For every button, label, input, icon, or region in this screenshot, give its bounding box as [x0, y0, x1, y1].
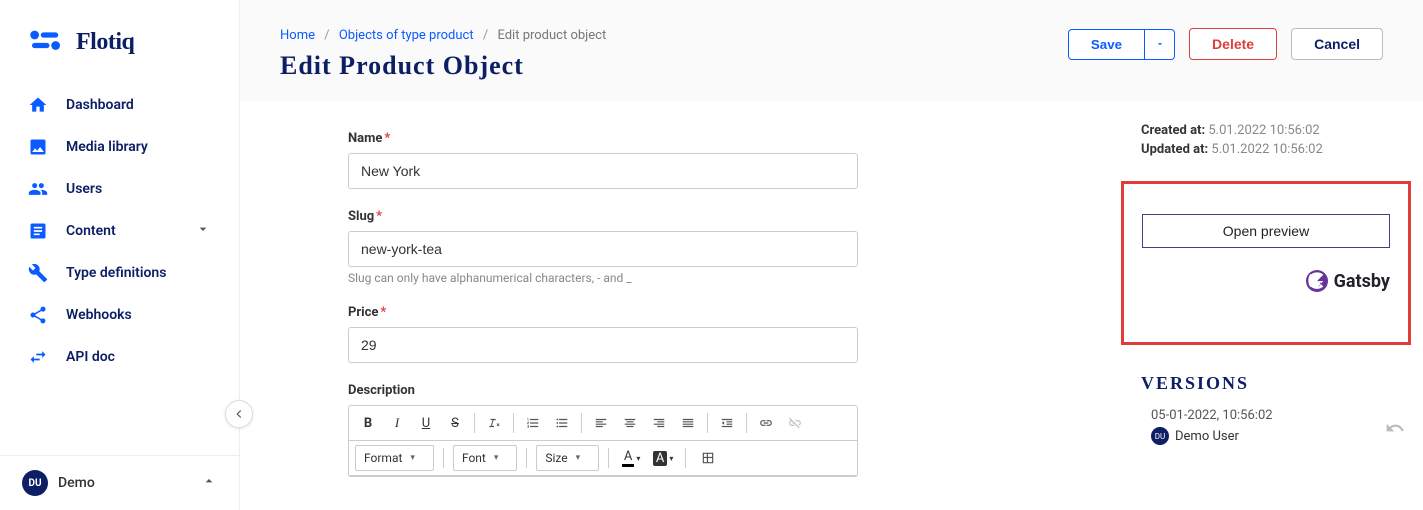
version-item[interactable]: 05-01-2022, 10:56:02 DU Demo User [1141, 408, 1405, 445]
image-icon [28, 137, 48, 157]
avatar: DU [22, 470, 48, 496]
save-button[interactable]: Save [1068, 29, 1145, 60]
sidebar-item-label: Type definitions [66, 265, 166, 281]
page-title: Edit Product Object [280, 51, 1068, 81]
header: Home / Objects of type product / Edit pr… [240, 0, 1423, 101]
align-left-button[interactable] [588, 410, 614, 436]
share-icon [28, 305, 48, 325]
editor-toolbar-1: B I U S [349, 406, 857, 441]
sidebar-item-webhooks[interactable]: Webhooks [0, 294, 239, 336]
sidebar: Flotiq Dashboard Media library Users Con… [0, 0, 240, 510]
italic-button[interactable]: I [384, 410, 410, 436]
swap-icon [28, 347, 48, 367]
avatar: DU [1151, 427, 1169, 445]
format-select[interactable]: Format [355, 445, 434, 471]
wrench-icon [28, 263, 48, 283]
name-label: Name* [348, 131, 1063, 146]
gatsby-logo: Gatsby [1306, 270, 1390, 292]
sidebar-item-label: API doc [66, 349, 115, 365]
align-justify-button[interactable] [675, 410, 701, 436]
numbered-list-button[interactable] [520, 410, 546, 436]
bullet-list-button[interactable] [549, 410, 575, 436]
sidebar-item-label: Webhooks [66, 307, 132, 323]
user-name: Demo [58, 475, 95, 491]
name-input[interactable] [348, 153, 858, 189]
chevron-up-icon [201, 473, 217, 493]
open-preview-button[interactable]: Open preview [1142, 214, 1390, 248]
sidebar-item-label: Media library [66, 139, 148, 155]
editor-toolbar-2: Format Font Size A▾ A▾ [349, 441, 857, 476]
sidebar-item-label: Users [66, 181, 102, 197]
slug-label: Slug* [348, 209, 1063, 224]
sidebar-collapse-button[interactable] [225, 400, 253, 428]
breadcrumb-home[interactable]: Home [280, 28, 315, 43]
document-icon [28, 221, 48, 241]
sidebar-item-types[interactable]: Type definitions [0, 252, 239, 294]
strike-button[interactable]: S [442, 410, 468, 436]
bold-button[interactable]: B [355, 410, 381, 436]
header-actions: Save Delete Cancel [1068, 28, 1383, 60]
delete-button[interactable]: Delete [1189, 28, 1277, 60]
version-user: DU Demo User [1151, 427, 1405, 445]
price-label: Price* [348, 305, 1063, 320]
breadcrumb-current: Edit product object [497, 28, 606, 43]
cancel-button[interactable]: Cancel [1291, 28, 1383, 60]
outdent-button[interactable] [714, 410, 740, 436]
slug-hint: Slug can only have alphanumerical charac… [348, 271, 1063, 285]
version-date: 05-01-2022, 10:56:02 [1151, 408, 1405, 423]
clear-format-button[interactable] [481, 410, 507, 436]
form: Name* Slug* Slug can only have alphanume… [240, 101, 1123, 510]
logo[interactable]: Flotiq [0, 0, 239, 74]
description-label: Description [348, 383, 1063, 398]
breadcrumb: Home / Objects of type product / Edit pr… [280, 28, 1068, 43]
created-at: Created at: 5.01.2022 10:56:02 [1141, 123, 1405, 138]
size-select[interactable]: Size [536, 445, 599, 471]
main: Home / Objects of type product / Edit pr… [240, 0, 1423, 510]
price-input[interactable] [348, 327, 858, 363]
sidebar-item-label: Dashboard [66, 97, 134, 113]
nav: Dashboard Media library Users Content Ty… [0, 74, 239, 455]
bg-color-button[interactable]: A▾ [650, 445, 676, 471]
sidebar-item-media[interactable]: Media library [0, 126, 239, 168]
home-icon [28, 95, 48, 115]
updated-at: Updated at: 5.01.2022 10:56:02 [1141, 142, 1405, 157]
link-button[interactable] [753, 410, 779, 436]
right-panel: Created at: 5.01.2022 10:56:02 Updated a… [1123, 101, 1423, 510]
logo-text: Flotiq [76, 29, 134, 56]
users-icon [28, 179, 48, 199]
user-menu[interactable]: DU Demo [0, 455, 239, 510]
rich-editor: B I U S [348, 405, 858, 477]
align-right-button[interactable] [646, 410, 672, 436]
versions-heading: VERSIONS [1141, 373, 1405, 394]
table-button[interactable] [695, 445, 721, 471]
sidebar-item-users[interactable]: Users [0, 168, 239, 210]
sidebar-item-content[interactable]: Content [0, 210, 239, 252]
sidebar-item-dashboard[interactable]: Dashboard [0, 84, 239, 126]
slug-input[interactable] [348, 231, 858, 267]
revert-icon[interactable] [1385, 418, 1405, 442]
align-center-button[interactable] [617, 410, 643, 436]
sidebar-item-label: Content [66, 223, 116, 239]
sidebar-item-api[interactable]: API doc [0, 336, 239, 378]
text-color-button[interactable]: A▾ [618, 445, 644, 471]
save-dropdown-button[interactable] [1145, 29, 1175, 60]
underline-button[interactable]: U [413, 410, 439, 436]
preview-box: Open preview Gatsby [1121, 181, 1411, 345]
chevron-down-icon [195, 221, 211, 241]
unlink-button[interactable] [782, 410, 808, 436]
breadcrumb-objects[interactable]: Objects of type product [339, 28, 474, 43]
font-select[interactable]: Font [453, 445, 517, 471]
